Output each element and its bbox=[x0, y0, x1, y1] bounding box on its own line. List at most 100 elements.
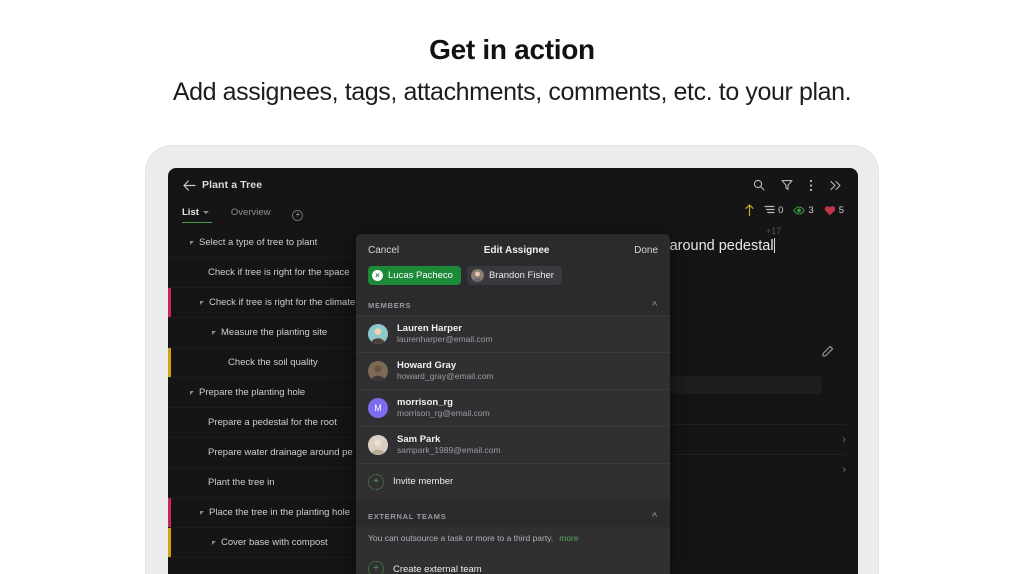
collapse-triangle-icon[interactable] bbox=[200, 300, 204, 305]
watchers-counter[interactable]: 3 bbox=[793, 204, 814, 216]
task-title: Prepare a pedestal for the root bbox=[208, 417, 337, 428]
create-external-team-button[interactable]: + Create external team bbox=[356, 551, 670, 574]
task-title: Check the soil quality bbox=[228, 357, 318, 368]
page-headline: Get in action bbox=[429, 34, 595, 65]
tab-list[interactable]: List bbox=[182, 207, 212, 223]
tab-overview[interactable]: Overview bbox=[231, 207, 271, 223]
add-tab-button[interactable]: + bbox=[292, 209, 304, 221]
collapse-triangle-icon[interactable] bbox=[212, 540, 216, 545]
row-color-bar bbox=[168, 438, 171, 467]
chevron-up-icon[interactable]: ^ bbox=[652, 300, 658, 310]
row-color-bar bbox=[168, 258, 171, 287]
assignee-chip[interactable]: Brandon Fisher bbox=[466, 266, 562, 285]
selected-assignee-chips: × Lucas Pacheco Brandon Fisher bbox=[356, 266, 670, 295]
invite-member-label: Invite member bbox=[393, 476, 454, 487]
dialog-title: Edit Assignee bbox=[483, 244, 550, 256]
chevron-double-right-icon[interactable] bbox=[829, 180, 842, 191]
avatar bbox=[368, 324, 388, 344]
create-external-team-label: Create external team bbox=[393, 563, 482, 574]
member-email: laurenharper@email.com bbox=[397, 334, 493, 345]
member-email: morrison_rg@email.com bbox=[397, 408, 490, 419]
row-color-bar bbox=[168, 498, 171, 527]
app-header: Plant a Tree bbox=[168, 168, 858, 202]
likes-count-value: 5 bbox=[838, 204, 844, 216]
page-root: Get in action Add assignees, tags, attac… bbox=[0, 0, 1024, 574]
members-section-title: MEMBERS bbox=[368, 300, 412, 310]
row-color-bar bbox=[168, 348, 171, 377]
avatar bbox=[368, 361, 388, 381]
collapse-triangle-icon[interactable] bbox=[212, 330, 216, 335]
text-cursor bbox=[773, 238, 776, 253]
list-item[interactable]: M morrison_rg morrison_rg@email.com bbox=[356, 389, 670, 426]
tab-overview-label: Overview bbox=[230, 207, 271, 218]
member-email: howard_gray@email.com bbox=[397, 371, 494, 382]
assignee-chip-selected[interactable]: × Lucas Pacheco bbox=[368, 266, 461, 285]
task-title: Measure the planting site bbox=[221, 327, 328, 338]
assignee-chip-label: Brandon Fisher bbox=[488, 270, 554, 281]
arrow-left-icon[interactable] bbox=[176, 179, 202, 191]
likes-counter[interactable]: 5 bbox=[824, 205, 844, 216]
members-section-header[interactable]: MEMBERS ^ bbox=[356, 295, 670, 315]
task-title: Prepare water drainage around pe bbox=[208, 447, 353, 458]
member-email: sampark_1989@email.com bbox=[397, 445, 501, 456]
row-color-bar bbox=[168, 468, 171, 497]
assignee-chip-label: Lucas Pacheco bbox=[388, 270, 453, 281]
done-button[interactable]: Done bbox=[634, 245, 658, 256]
subtasks-count-value: 0 bbox=[778, 204, 784, 216]
page-subheadline: Add assignees, tags, attachments, commen… bbox=[172, 78, 852, 106]
member-name: morrison_rg bbox=[397, 396, 453, 408]
header-icon-group bbox=[753, 179, 858, 192]
task-title: Place the tree in the planting hole bbox=[209, 507, 351, 518]
member-name: Sam Park bbox=[397, 433, 441, 445]
avatar bbox=[470, 269, 484, 282]
dialog-header: Cancel Edit Assignee Done bbox=[356, 234, 670, 266]
task-title: Prepare the planting hole bbox=[199, 387, 306, 398]
external-teams-section-header[interactable]: EXTERNAL TEAMS ^ bbox=[356, 505, 670, 527]
plus-circle-dotted-icon: + bbox=[368, 473, 384, 490]
task-title: Check if tree is right for the space bbox=[208, 267, 350, 278]
list-item[interactable]: Howard Gray howard_gray@email.com bbox=[356, 352, 670, 389]
detail-counters: 0 3 5 bbox=[745, 204, 844, 216]
list-item[interactable]: Lauren Harper laurenharper@email.com bbox=[356, 315, 670, 352]
chevron-up-icon[interactable]: ^ bbox=[652, 511, 658, 521]
filter-icon[interactable] bbox=[781, 179, 793, 191]
invite-member-button[interactable]: + Invite member bbox=[356, 463, 670, 499]
row-color-bar bbox=[168, 408, 171, 437]
more-link[interactable]: more bbox=[559, 533, 578, 543]
pencil-icon[interactable] bbox=[821, 345, 834, 361]
task-title: Select a type of tree to plant bbox=[199, 237, 318, 248]
search-icon[interactable] bbox=[753, 179, 765, 191]
avatar bbox=[368, 435, 388, 455]
priority-up-icon[interactable] bbox=[745, 204, 754, 216]
task-title: Check if tree is right for the climate bbox=[209, 297, 356, 308]
cancel-button[interactable]: Cancel bbox=[368, 245, 399, 256]
collapse-triangle-icon[interactable] bbox=[190, 390, 194, 395]
row-color-bar bbox=[168, 528, 171, 557]
watchers-count-value: 3 bbox=[808, 204, 814, 216]
task-title: Cover base with compost bbox=[221, 537, 328, 548]
external-teams-description: You can outsource a task or more to a th… bbox=[356, 527, 670, 551]
row-color-bar bbox=[168, 318, 171, 347]
chevron-right-icon[interactable]: › bbox=[842, 434, 846, 446]
task-title: Plant the tree in bbox=[208, 477, 275, 488]
external-teams-title: EXTERNAL TEAMS bbox=[368, 511, 447, 521]
list-item[interactable]: Sam Park sampark_1989@email.com bbox=[356, 426, 670, 463]
member-name: Howard Gray bbox=[397, 359, 457, 371]
chevron-right-icon[interactable]: › bbox=[842, 464, 846, 476]
chevron-down-icon[interactable] bbox=[202, 211, 209, 214]
overflow-count-label: +17 bbox=[766, 226, 782, 236]
external-teams-description-text: You can outsource a task or more to a th… bbox=[368, 533, 554, 543]
subtasks-counter[interactable]: 0 bbox=[764, 205, 783, 216]
edit-assignee-dialog: Cancel Edit Assignee Done × Lucas Pachec… bbox=[356, 234, 670, 574]
close-circle-icon[interactable]: × bbox=[372, 270, 383, 281]
row-color-bar bbox=[168, 228, 171, 257]
tab-list-label: List bbox=[182, 207, 199, 218]
row-color-bar bbox=[168, 288, 171, 317]
more-vertical-icon[interactable] bbox=[809, 179, 813, 192]
plus-circle-dotted-icon: + bbox=[368, 561, 384, 574]
collapse-triangle-icon[interactable] bbox=[200, 510, 204, 515]
member-name: Lauren Harper bbox=[397, 322, 462, 334]
row-color-bar bbox=[168, 378, 171, 407]
avatar-initial: M bbox=[368, 398, 388, 418]
collapse-triangle-icon[interactable] bbox=[190, 240, 194, 245]
